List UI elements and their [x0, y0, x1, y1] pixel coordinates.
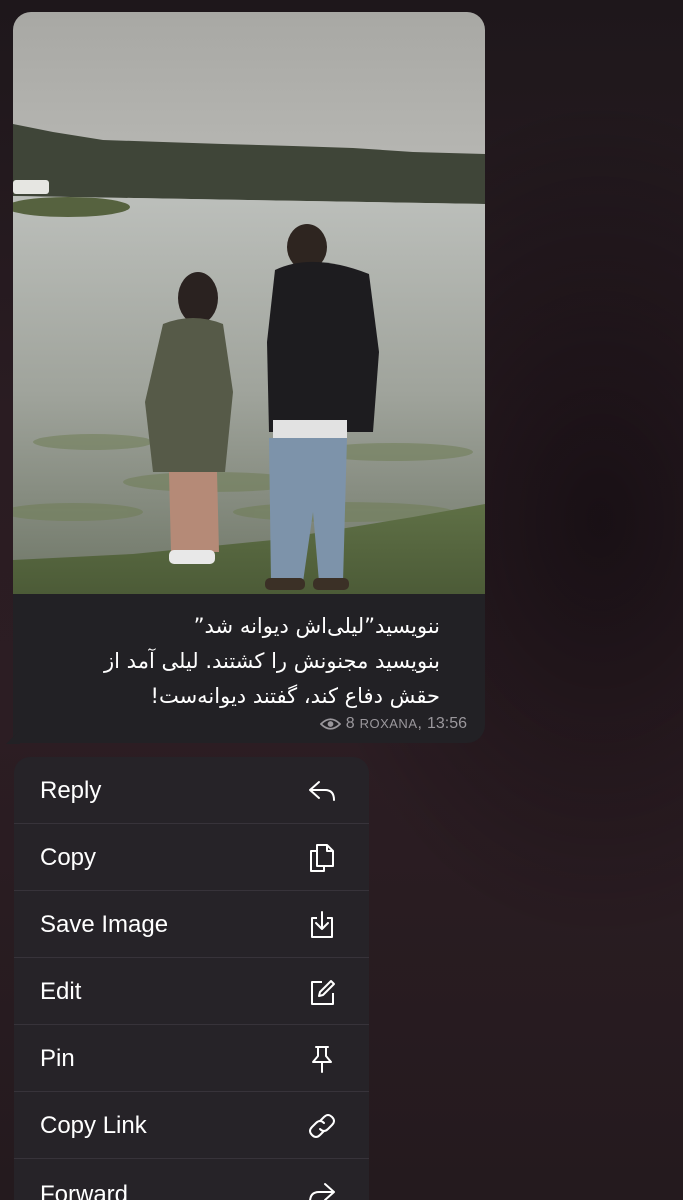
- menu-item-label: Save Image: [40, 911, 169, 938]
- menu-item-label: Forward: [40, 1181, 129, 1200]
- view-count: 8: [345, 715, 355, 732]
- caption-line: حقش دفاع کند، گفتند دیوانه‌ست!: [150, 684, 440, 708]
- link-icon: [306, 1111, 338, 1141]
- menu-item-edit[interactable]: Edit: [14, 958, 369, 1025]
- menu-item-copy[interactable]: Copy: [14, 824, 369, 891]
- message-caption: ننویسید”لیلی‌اش دیوانه شد” بنویسید مجنون…: [20, 609, 440, 714]
- message-bubble[interactable]: ننویسید”لیلی‌اش دیوانه شد” بنویسید مجنون…: [13, 12, 485, 743]
- menu-item-save-image[interactable]: Save Image: [14, 891, 369, 958]
- menu-item-copy-link[interactable]: Copy Link: [14, 1092, 369, 1159]
- caption-line: ننویسید”لیلی‌اش دیوانه شد”: [193, 614, 440, 638]
- context-menu: Reply Copy Save Image Edit Pin Copy Link: [14, 757, 369, 1200]
- caption-line: بنویسید مجنونش را کشتند. لیلی آمد از: [104, 649, 440, 673]
- message-time: 13:56: [426, 715, 467, 732]
- menu-item-label: Copy: [40, 844, 97, 871]
- menu-item-label: Edit: [40, 978, 82, 1005]
- eye-icon: [319, 717, 341, 731]
- menu-item-forward[interactable]: Forward: [14, 1159, 369, 1200]
- forward-icon: [306, 1178, 338, 1200]
- menu-item-label: Pin: [40, 1045, 75, 1072]
- menu-item-reply[interactable]: Reply: [14, 757, 369, 824]
- reply-icon: [306, 776, 338, 806]
- message-photo[interactable]: [13, 12, 485, 594]
- pin-icon: [306, 1044, 338, 1074]
- save-image-icon: [306, 910, 338, 940]
- edit-icon: [306, 977, 338, 1007]
- message-author: ROXANA: [359, 716, 418, 731]
- message-meta: 8 ROXANA, 13:56: [319, 715, 467, 733]
- copy-icon: [306, 843, 338, 873]
- menu-item-pin[interactable]: Pin: [14, 1025, 369, 1092]
- menu-item-label: Copy Link: [40, 1112, 147, 1139]
- menu-item-label: Reply: [40, 777, 102, 804]
